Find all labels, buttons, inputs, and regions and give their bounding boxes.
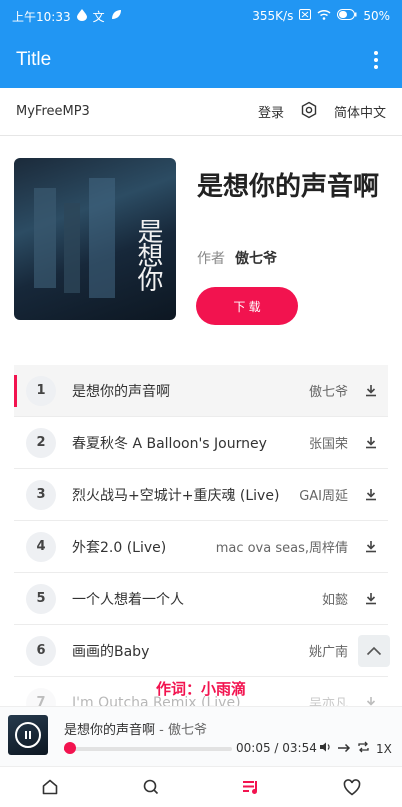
time-separator: / <box>270 741 283 755</box>
song-artist[interactable]: 傲七爷 <box>309 381 348 400</box>
song-index: 2 <box>26 427 56 458</box>
translate-icon: 文 <box>92 9 105 24</box>
network-speed: 355K/s <box>252 9 294 23</box>
sim-icon <box>299 9 312 23</box>
home-icon[interactable] <box>30 770 70 804</box>
mini-player: 是想你的声音啊 - 傲七爷 00:05 / 03:54 1X <box>0 706 402 766</box>
song-name[interactable]: 画画的Baby <box>72 641 309 661</box>
player-artist: 傲七爷 <box>167 723 207 738</box>
app-title: Title <box>16 49 52 70</box>
song-row[interactable]: 6 画画的Baby 姚广南 <box>14 625 388 677</box>
app-bar: Title <box>0 32 402 88</box>
current-time: 00:05 <box>236 741 271 755</box>
download-button[interactable]: 下 载 <box>196 287 298 325</box>
battery-icon <box>337 9 357 23</box>
player-time: 00:05 / 03:54 <box>236 741 317 755</box>
pause-icon[interactable] <box>15 722 41 748</box>
chevron-up-icon[interactable] <box>358 635 390 667</box>
gear-icon[interactable] <box>300 101 318 123</box>
song-title: 是想你的声音啊 <box>197 172 380 202</box>
album-cover: 是想你 <box>14 158 176 320</box>
song-row[interactable]: 4 外套2.0 (Live) mac ova seas,周梓倩 <box>14 521 388 573</box>
player-separator: - <box>155 723 168 738</box>
song-row[interactable]: 5 一个人想着一个人 如懿 <box>14 573 388 625</box>
song-artist[interactable]: 张国荣 <box>309 433 348 452</box>
language-select[interactable]: 简体中文 <box>334 102 386 121</box>
status-bar: 上午10:33 文 355K/s 50% <box>0 0 402 32</box>
lyric-line: 作词：小雨滴 <box>155 680 246 698</box>
download-icon[interactable] <box>362 436 380 449</box>
song-name[interactable]: 春夏秋冬 A Balloon's Journey <box>72 433 309 453</box>
repeat-icon[interactable] <box>357 741 370 756</box>
progress-bar[interactable] <box>63 742 232 754</box>
song-hero: 是想你 是想你的声音啊 作者 傲七爷 下 载 <box>14 158 388 328</box>
artist-label: 作者 <box>197 251 225 267</box>
arrow-right-icon[interactable] <box>337 742 351 756</box>
active-indicator <box>14 375 17 407</box>
heart-icon[interactable] <box>332 770 372 804</box>
playback-speed[interactable]: 1X <box>376 742 392 756</box>
song-artist[interactable]: 姚广南 <box>309 641 348 660</box>
song-artist[interactable]: GAI周延 <box>299 485 348 504</box>
song-index: 5 <box>26 583 56 614</box>
download-icon[interactable] <box>362 384 380 397</box>
water-drop-icon <box>76 8 87 24</box>
login-link[interactable]: 登录 <box>258 102 284 121</box>
song-name[interactable]: 外套2.0 (Live) <box>72 537 216 557</box>
song-artist[interactable]: 如懿 <box>322 589 348 608</box>
playlist-icon[interactable] <box>231 770 271 804</box>
cover-calligraphy: 是想你 <box>133 218 163 290</box>
player-controls: 1X <box>319 741 392 756</box>
song-row[interactable]: 1 是想你的声音啊 傲七爷 <box>14 365 388 417</box>
song-index: 6 <box>26 635 56 666</box>
progress-knob[interactable] <box>63 742 76 754</box>
song-name[interactable]: 是想你的声音啊 <box>72 381 309 401</box>
site-nav: MyFreeMP3 登录 简体中文 <box>0 88 402 136</box>
song-name[interactable]: 烈火战马+空城计+重庆魂 (Live) <box>72 485 299 505</box>
status-time: 上午10:33 <box>12 9 71 24</box>
total-time: 03:54 <box>282 741 317 755</box>
brand-link[interactable]: MyFreeMP3 <box>16 104 90 119</box>
song-row[interactable]: 3 烈火战马+空城计+重庆魂 (Live) GAI周延 <box>14 469 388 521</box>
volume-icon[interactable] <box>319 741 331 756</box>
download-icon[interactable] <box>362 488 380 501</box>
player-song-title: 是想你的声音啊 <box>64 723 156 738</box>
player-title-line: 是想你的声音啊 - 傲七爷 <box>64 719 207 738</box>
battery-level: 50% <box>363 9 390 23</box>
download-icon[interactable] <box>362 540 380 553</box>
bottom-tab-bar <box>0 766 402 807</box>
song-name[interactable]: 一个人想着一个人 <box>72 589 322 609</box>
download-icon[interactable] <box>362 592 380 605</box>
song-list: 1 是想你的声音啊 傲七爷 2 春夏秋冬 A Balloon's Journey 张国荣 3… <box>14 365 388 729</box>
song-row[interactable]: 2 春夏秋冬 A Balloon's Journey 张国荣 <box>14 417 388 469</box>
more-options-icon[interactable] <box>366 51 386 69</box>
wifi-icon <box>317 9 331 23</box>
song-index: 4 <box>26 531 56 562</box>
song-artist[interactable]: mac ova seas,周梓倩 <box>216 537 348 556</box>
song-index: 1 <box>26 375 56 406</box>
artist-line: 作者 傲七爷 <box>197 248 277 268</box>
song-index: 3 <box>26 479 56 510</box>
search-icon[interactable] <box>131 770 171 804</box>
artist-name[interactable]: 傲七爷 <box>235 251 277 267</box>
leaf-icon <box>111 9 122 23</box>
